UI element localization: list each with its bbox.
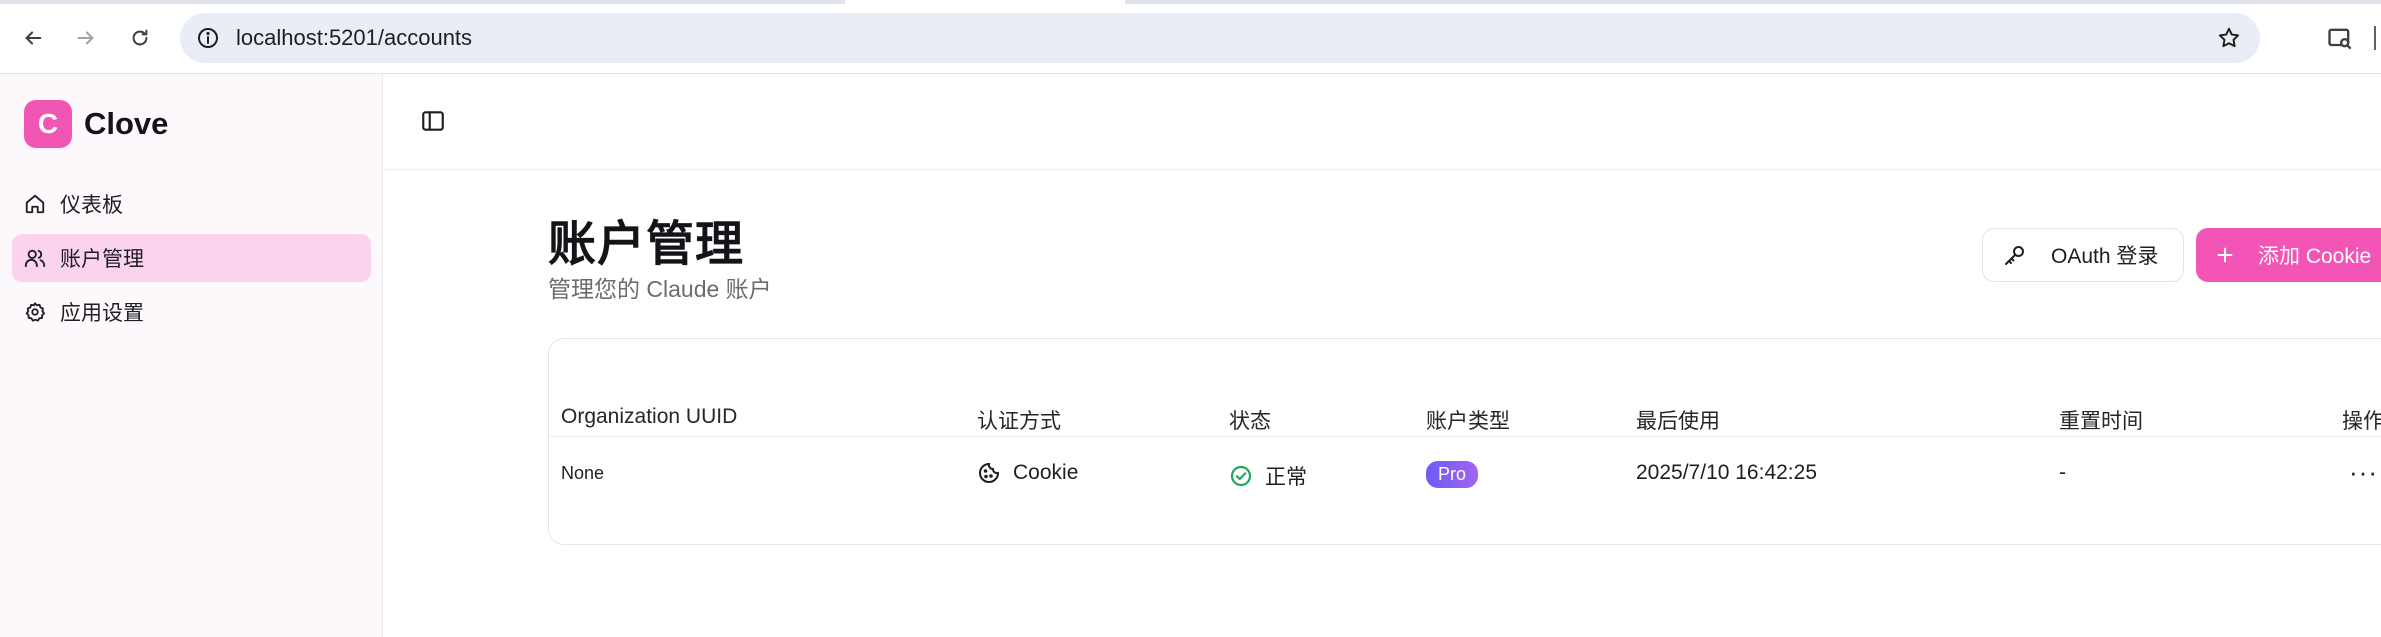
cookie-icon xyxy=(979,462,1000,483)
sidebar: C Clove 仪表板 账户管理 应用设置 xyxy=(0,74,383,637)
column-header-reset[interactable]: 重置时间 xyxy=(2059,405,2143,435)
app-name: Clove xyxy=(84,106,169,141)
users-icon xyxy=(24,249,46,268)
sidebar-item-label: 应用设置 xyxy=(60,302,144,325)
oauth-login-label: OAuth 登录 xyxy=(2051,245,2159,268)
check-circle-icon xyxy=(1230,465,1252,487)
star-icon[interactable] xyxy=(2216,25,2242,51)
home-icon xyxy=(25,194,45,214)
status-label: 正常 xyxy=(1265,466,1307,489)
oauth-login-button[interactable]: OAuth 登录 xyxy=(1982,228,2184,282)
page-title: 账户管理 xyxy=(548,218,745,271)
sidebar-toggle-icon[interactable] xyxy=(420,108,446,134)
gear-icon xyxy=(25,302,46,322)
forward-icon xyxy=(77,31,94,45)
tab-strip xyxy=(0,0,2381,4)
sidebar-item-dashboard[interactable]: 仪表板 xyxy=(12,180,371,228)
accounts-table: Organization UUID 认证方式 状态 账户类型 最后使用 重置时间… xyxy=(548,338,2381,545)
forward-button[interactable] xyxy=(70,22,102,54)
reload-button[interactable] xyxy=(124,22,156,54)
tab-search-icon[interactable] xyxy=(2326,24,2354,52)
sidebar-item-label: 仪表板 xyxy=(60,194,123,217)
plus-icon xyxy=(2217,247,2233,263)
sidebar-item-label: 账户管理 xyxy=(60,248,144,271)
key-icon xyxy=(2005,246,2024,265)
site-info-icon[interactable] xyxy=(196,26,220,50)
column-header-auth[interactable]: 认证方式 xyxy=(977,405,1061,435)
sidebar-nav: 仪表板 账户管理 应用设置 xyxy=(12,180,371,342)
add-cookie-label: 添加 Cookie xyxy=(2258,245,2372,268)
browser-toolbar: localhost:5201/accounts xyxy=(0,0,2381,74)
column-header-actions: 操作 xyxy=(2342,410,2381,433)
row-actions-button[interactable]: ··· xyxy=(2349,457,2378,488)
account-type-badge: Pro xyxy=(1426,461,1479,488)
cell-type: Pro xyxy=(1426,461,1479,488)
logo-mark: C xyxy=(24,100,72,148)
sidebar-item-accounts[interactable]: 账户管理 xyxy=(12,234,371,282)
back-button[interactable] xyxy=(17,22,49,54)
auth-label: Cookie xyxy=(1013,461,1079,484)
sidebar-item-settings[interactable]: 应用设置 xyxy=(12,288,371,336)
add-cookie-button[interactable]: 添加 Cookie xyxy=(2196,228,2381,282)
cell-status: 正常 xyxy=(1229,461,1307,491)
main-topbar xyxy=(384,74,2381,170)
side-panel-edge[interactable] xyxy=(2374,26,2378,50)
cell-auth: Cookie xyxy=(977,461,1078,485)
column-header-status[interactable]: 状态 xyxy=(1229,405,1271,435)
column-header-uuid[interactable]: Organization UUID xyxy=(561,405,737,429)
column-header-type[interactable]: 账户类型 xyxy=(1426,405,1510,435)
app-logo[interactable]: C Clove xyxy=(24,100,168,148)
cell-uuid: None xyxy=(561,463,605,483)
url-text[interactable]: localhost:5201/accounts xyxy=(236,25,472,51)
active-tab[interactable] xyxy=(845,0,1125,4)
page-subtitle: 管理您的 Claude 账户 xyxy=(548,276,772,302)
cell-reset: - xyxy=(2059,461,2066,484)
cell-last-used: 2025/7/10 16:42:25 xyxy=(1636,461,1818,484)
back-icon xyxy=(25,31,42,45)
column-header-last-used[interactable]: 最后使用 xyxy=(1636,405,1720,435)
reload-icon xyxy=(132,29,148,46)
header-divider xyxy=(549,436,2381,437)
address-bar[interactable]: localhost:5201/accounts xyxy=(180,13,2260,63)
